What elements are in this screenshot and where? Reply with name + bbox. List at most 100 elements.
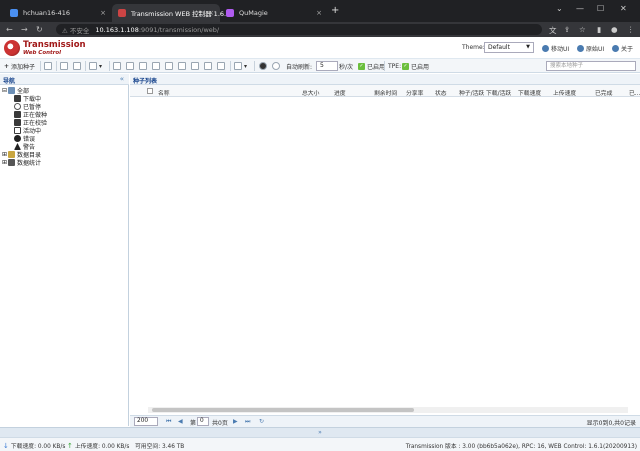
cancel-icon[interactable] <box>272 62 280 70</box>
url-path: :9091/transmission/web/ <box>138 25 220 34</box>
last-page-button[interactable]: ⏭ <box>245 418 250 426</box>
theme-select[interactable]: Default ▼ <box>484 42 534 53</box>
prev-page-button[interactable]: ◀ <box>178 418 183 425</box>
close-window-icon[interactable]: ✕ <box>620 4 627 13</box>
chevron-down-icon[interactable]: ▾ <box>99 61 102 71</box>
refresh-interval-input[interactable]: 5 <box>316 61 338 71</box>
main-toolbar: + 添加种子 ▾ ▾ 自动刷新: 5 秒/次 ✓ 已启用 TPE: ✓ 已启用 搜索本… <box>0 59 640 73</box>
scrollbar-thumb[interactable] <box>152 408 414 412</box>
translate-icon[interactable]: 文 <box>549 25 557 36</box>
select-all-checkbox[interactable] <box>147 88 153 94</box>
free-space: 可用空间: 3.46 TB <box>135 444 185 450</box>
chevron-down-icon[interactable]: ▾ <box>244 61 247 71</box>
torrent-list-title: 种子列表 <box>133 78 158 85</box>
close-tab-icon[interactable]: × <box>316 9 322 17</box>
next-page-button[interactable]: ▶ <box>233 418 238 425</box>
horizontal-scrollbar[interactable] <box>148 407 628 413</box>
browser-tab-transmission[interactable]: Transmission WEB 控制器 1.6.1 × <box>112 4 230 22</box>
search-input[interactable]: 搜索本地种子 <box>546 61 636 71</box>
share-icon[interactable]: ⇪ <box>564 25 570 34</box>
magnet-icon[interactable] <box>44 62 52 70</box>
col-download-speed[interactable]: 下载速度 <box>518 88 541 97</box>
download-icon <box>14 95 21 102</box>
close-tab-icon[interactable]: × <box>208 9 214 17</box>
about-link[interactable]: 关于 <box>612 44 633 53</box>
menu-icon[interactable]: ⋮ <box>627 25 635 34</box>
trash-icon[interactable] <box>152 62 160 70</box>
pause-circle-icon <box>14 103 21 110</box>
tracker-icon[interactable] <box>191 62 199 70</box>
col-seeds[interactable]: 种子/活跃 <box>459 88 484 97</box>
browser-tab-hchuan[interactable]: hchuan16-416 × <box>4 4 112 22</box>
brand-title: Transmission <box>23 40 86 50</box>
expand-toggle-icon: ⊞ <box>2 151 8 158</box>
add-torrent-button[interactable]: + 添加种子 <box>4 61 35 71</box>
status-bar: ↓ 下载速度: 0.00 KB/s ↑ 上传速度: 0.00 KB/s 可用空间: … <box>0 437 640 451</box>
refresh-page-button[interactable]: ↻ <box>259 418 264 425</box>
refresh-icon[interactable] <box>60 62 68 70</box>
profile-icon[interactable]: ● <box>611 25 618 34</box>
first-page-button[interactable]: ⏮ <box>166 418 171 426</box>
tab-search-icon[interactable]: ⌄ <box>556 4 563 13</box>
bookmark-star-icon[interactable]: ☆ <box>579 25 586 34</box>
check-icon: ✓ <box>358 62 365 70</box>
mobile-ui-link[interactable]: 移动UI <box>542 44 569 53</box>
back-icon[interactable]: ← <box>6 25 13 34</box>
rename-icon[interactable] <box>165 62 173 70</box>
record-summary: 显示0到0,共0记录 <box>586 420 636 427</box>
side-panel-icon[interactable]: ▮ <box>597 25 601 34</box>
col-status[interactable]: 状态 <box>435 88 447 97</box>
col-peers[interactable]: 下载/活跃 <box>486 88 511 97</box>
expand-bottom-panel-button[interactable]: » <box>0 427 640 437</box>
move-icon[interactable] <box>178 62 186 70</box>
tpe-toggle[interactable]: ✓ 已启用 <box>402 61 429 71</box>
tab-title: hchuan16-416 <box>23 9 71 17</box>
nav-item-statistics[interactable]: ⊞ 数据统计 <box>2 158 41 167</box>
nav-panel: ⊟ 全部 下载中 已暂停 正在做种 正在校验 活动中 错误 警告 ⊞ 数据目录 … <box>0 85 129 426</box>
original-ui-link[interactable]: 原始UI <box>577 44 604 53</box>
security-warning[interactable]: ⚠ 不安全 <box>62 25 89 35</box>
browser-chrome: hchuan16-416 × Transmission WEB 控制器 1.6.… <box>0 0 640 37</box>
stop-all-icon[interactable] <box>259 62 267 70</box>
col-completed[interactable]: 已完成 <box>595 88 612 97</box>
col-total-size[interactable]: 总大小 <box>302 88 319 97</box>
col-remaining-time[interactable]: 剩余时间 <box>374 88 397 97</box>
auto-refresh-toggle[interactable]: ✓ 已启用 <box>358 61 385 71</box>
maximize-icon[interactable]: ☐ <box>597 4 604 13</box>
new-tab-button[interactable]: + <box>331 5 339 16</box>
recheck-icon[interactable] <box>139 62 147 70</box>
minimize-icon[interactable]: — <box>576 4 584 13</box>
start-icon[interactable] <box>113 62 121 70</box>
col-upload-speed[interactable]: 上传速度 <box>553 88 576 97</box>
align-bottom-icon[interactable] <box>217 62 225 70</box>
address-input[interactable]: ⚠ 不安全 10.163.1.108 :9091/transmission/we… <box>56 24 542 35</box>
nas-favicon-icon <box>10 9 18 17</box>
address-bar-row: ← → ↻ ⚠ 不安全 10.163.1.108 :9091/transmiss… <box>0 22 640 37</box>
folder-icon <box>8 151 16 158</box>
pause-icon[interactable] <box>126 62 134 70</box>
url-host: 10.163.1.108 <box>95 25 139 34</box>
collapse-nav-button[interactable]: « <box>120 75 124 83</box>
col-progress[interactable]: 进度 <box>334 88 346 97</box>
checking-icon <box>14 119 21 126</box>
upload-speed: ↑ 上传速度: 0.00 KB/s <box>67 442 130 451</box>
col-ratio[interactable]: 分享率 <box>406 88 423 97</box>
col-more[interactable]: 已... <box>629 88 640 97</box>
close-tab-icon[interactable]: × <box>100 9 106 17</box>
link-icon <box>14 127 21 134</box>
align-top-icon[interactable] <box>204 62 212 70</box>
upload-icon <box>14 111 21 118</box>
page-number-input[interactable]: 0 <box>197 417 209 426</box>
col-name[interactable]: 名称 <box>158 88 170 97</box>
tab-title: Transmission WEB 控制器 1.6.1 <box>131 10 231 18</box>
page-size-select[interactable]: 200 <box>134 417 158 426</box>
forward-icon[interactable]: → <box>21 25 28 34</box>
tab-title: QuMagie <box>239 9 268 17</box>
collapse-toggle-icon: ⊟ <box>2 87 8 94</box>
gear-icon[interactable] <box>73 62 81 70</box>
total-pages: 共0页 <box>212 420 228 427</box>
sort-icon[interactable] <box>234 62 242 70</box>
browser-tab-qumagie[interactable]: QuMagie × <box>220 4 328 22</box>
plugin-icon[interactable] <box>89 62 97 70</box>
reload-icon[interactable]: ↻ <box>36 25 43 34</box>
